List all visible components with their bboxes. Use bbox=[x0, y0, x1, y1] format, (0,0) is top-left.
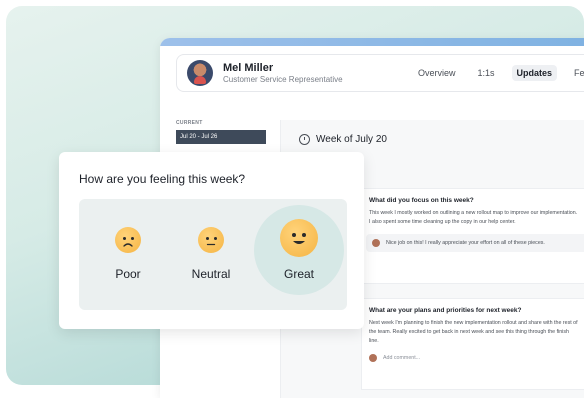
mood-option-poor[interactable]: Poor bbox=[83, 199, 173, 310]
add-comment-field[interactable]: Add comment... bbox=[369, 354, 584, 362]
comment-text: Nice job on this! I really appreciate yo… bbox=[386, 240, 545, 246]
happy-face-icon bbox=[280, 219, 318, 257]
sidebar-label: CURRENT bbox=[176, 120, 203, 126]
mood-label: Neutral bbox=[191, 267, 231, 281]
week-sidebar: CURRENT Jul 20 - Jul 26 bbox=[176, 120, 272, 144]
mood-options: Poor Neutral Great bbox=[79, 199, 347, 310]
question-focus: What did you focus on this week? This we… bbox=[361, 188, 584, 284]
profile-tabs: Overview 1:1s Updates Feedback bbox=[413, 55, 584, 91]
week-heading: Week of July 20 bbox=[299, 134, 387, 145]
mood-survey-card: How are you feeling this week? Poor Neut… bbox=[59, 152, 364, 329]
sidebar-item-current-week[interactable]: Jul 20 - Jul 26 bbox=[176, 130, 266, 144]
avatar[interactable] bbox=[187, 60, 213, 86]
neutral-face-icon bbox=[198, 227, 224, 253]
answer-text: This week I mostly worked on outlining a… bbox=[369, 210, 578, 225]
app-top-bar bbox=[160, 38, 584, 46]
add-comment-placeholder: Add comment... bbox=[383, 355, 421, 361]
tab-overview[interactable]: Overview bbox=[413, 65, 461, 81]
question-plans: What are your plans and priorities for n… bbox=[361, 298, 584, 390]
profile-role: Customer Service Representative bbox=[223, 75, 343, 84]
commenter-avatar bbox=[369, 354, 377, 362]
profile-name: Mel Miller bbox=[223, 62, 274, 74]
tab-updates[interactable]: Updates bbox=[511, 65, 558, 81]
tab-feedback[interactable]: Feedback bbox=[569, 65, 584, 81]
mood-option-neutral[interactable]: Neutral bbox=[166, 199, 256, 310]
mood-question: How are you feeling this week? bbox=[79, 172, 246, 186]
clock-icon bbox=[299, 134, 310, 145]
profile-info: Mel Miller Customer Service Representati… bbox=[223, 62, 343, 84]
answer-text: Next week I'm planning to finish the new… bbox=[369, 320, 578, 344]
commenter-avatar bbox=[372, 239, 380, 247]
question-title: What did you focus on this week? bbox=[369, 197, 474, 204]
sad-face-icon bbox=[115, 227, 141, 253]
mood-option-great[interactable]: Great bbox=[254, 199, 344, 310]
week-title: Week of July 20 bbox=[316, 134, 387, 145]
mood-label: Great bbox=[283, 267, 314, 281]
tab-one-on-ones[interactable]: 1:1s bbox=[473, 65, 500, 81]
question-title: What are your plans and priorities for n… bbox=[369, 307, 522, 314]
profile-header: Mel Miller Customer Service Representati… bbox=[176, 54, 584, 92]
comment: Nice job on this! I really appreciate yo… bbox=[366, 234, 584, 252]
mood-label: Poor bbox=[115, 267, 141, 281]
